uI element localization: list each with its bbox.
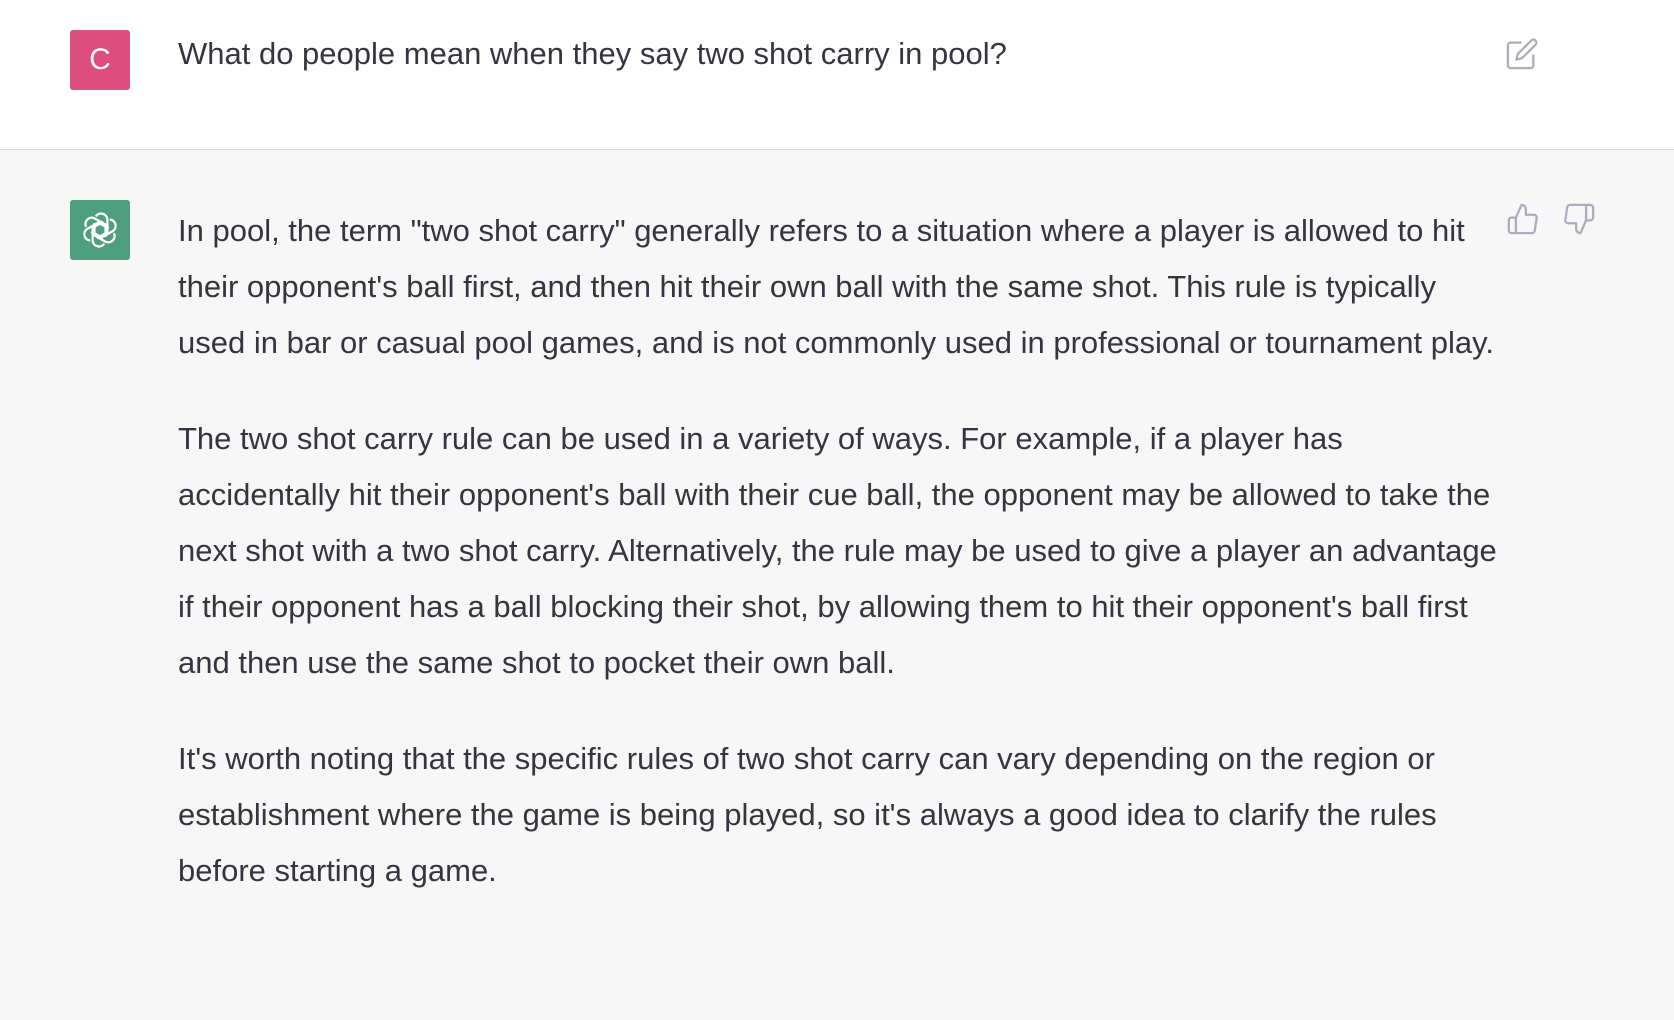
answer-paragraph-3: It's worth noting that the specific rule… — [178, 741, 1437, 888]
answer-paragraph-2: The two shot carry rule can be used in a… — [178, 421, 1497, 680]
thumbs-up-icon[interactable] — [1506, 202, 1540, 236]
assistant-avatar — [70, 200, 130, 260]
answer-paragraph-1: In pool, the term "two shot carry" gener… — [178, 213, 1494, 360]
assistant-message-text: In pool, the term "two shot carry" gener… — [178, 203, 1498, 899]
user-avatar-letter: C — [89, 43, 111, 76]
thumbs-down-icon[interactable] — [1562, 202, 1596, 236]
assistant-message-row: In pool, the term "two shot carry" gener… — [0, 151, 1674, 1020]
user-avatar: C — [70, 30, 130, 90]
openai-logo-icon — [83, 212, 117, 248]
user-message-text: What do people mean when they say two sh… — [178, 36, 1007, 71]
user-message-row: C What do people mean when they say two … — [0, 0, 1674, 150]
edit-icon[interactable] — [1505, 37, 1539, 71]
